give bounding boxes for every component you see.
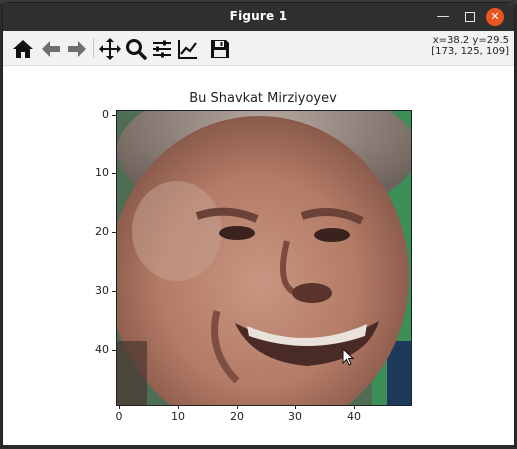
y-tick bbox=[112, 173, 116, 174]
back-arrow-icon bbox=[42, 41, 60, 57]
home-button[interactable] bbox=[11, 37, 35, 61]
cursor-coordinates: x=38.2 y=29.5 [173, 125, 109] bbox=[431, 35, 509, 57]
minimize-button[interactable]: — bbox=[433, 7, 453, 27]
y-tick-label: 30 bbox=[95, 284, 109, 297]
y-tick-label: 0 bbox=[102, 108, 109, 121]
y-tick-label: 10 bbox=[95, 166, 109, 179]
toolbar-separator bbox=[93, 38, 94, 58]
home-icon bbox=[13, 40, 33, 58]
configure-subplots-icon bbox=[153, 40, 171, 58]
mouse-cursor bbox=[342, 348, 354, 366]
maximize-icon bbox=[465, 11, 475, 22]
close-button[interactable]: ✕ bbox=[486, 8, 504, 26]
title-bar[interactable]: Figure 1 — ✕ bbox=[3, 3, 514, 31]
save-button[interactable] bbox=[208, 37, 232, 61]
x-tick bbox=[295, 405, 296, 409]
y-tick bbox=[112, 291, 116, 292]
pan-button[interactable] bbox=[98, 37, 122, 61]
x-tick-label: 10 bbox=[171, 410, 185, 423]
configure-subplots-button[interactable] bbox=[150, 37, 174, 61]
x-tick-label: 30 bbox=[288, 410, 302, 423]
coords-xy: x=38.2 y=29.5 bbox=[432, 35, 509, 46]
desktop-background-bottom bbox=[0, 445, 517, 449]
image-axes[interactable] bbox=[116, 110, 412, 406]
y-tick-label: 40 bbox=[95, 343, 109, 356]
plot-title: Bu Shavkat Mirziyoyev bbox=[189, 91, 337, 106]
forward-arrow-icon bbox=[68, 41, 86, 57]
x-tick-label: 0 bbox=[115, 410, 123, 423]
pan-icon bbox=[99, 38, 121, 60]
edit-axis-button[interactable] bbox=[176, 37, 200, 61]
navigation-toolbar: x=38.2 y=29.5 [173, 125, 109] bbox=[3, 31, 514, 66]
zoom-button[interactable] bbox=[124, 37, 148, 61]
x-tick bbox=[119, 405, 120, 409]
x-tick bbox=[237, 405, 238, 409]
coords-rgb: [173, 125, 109] bbox=[431, 46, 509, 57]
x-tick bbox=[354, 405, 355, 409]
x-tick-label: 20 bbox=[230, 410, 244, 423]
figure-window: Figure 1 — ✕ x=38.2 y=29.5 [173, 125, 10… bbox=[3, 3, 514, 445]
save-icon bbox=[211, 40, 229, 58]
edit-axis-icon bbox=[178, 40, 197, 59]
y-tick-label: 20 bbox=[95, 225, 109, 238]
x-tick bbox=[178, 405, 179, 409]
figure-canvas[interactable]: Bu Shavkat Mirziyoyev 0 10 20 30 40 0 10… bbox=[3, 66, 514, 445]
y-tick bbox=[112, 232, 116, 233]
y-tick bbox=[112, 350, 116, 351]
maximize-button[interactable] bbox=[460, 7, 480, 27]
x-tick-label: 40 bbox=[347, 410, 361, 423]
zoom-icon bbox=[126, 39, 147, 60]
y-tick bbox=[112, 115, 116, 116]
forward-button[interactable] bbox=[65, 37, 89, 61]
face-image bbox=[117, 111, 411, 405]
back-button[interactable] bbox=[39, 37, 63, 61]
